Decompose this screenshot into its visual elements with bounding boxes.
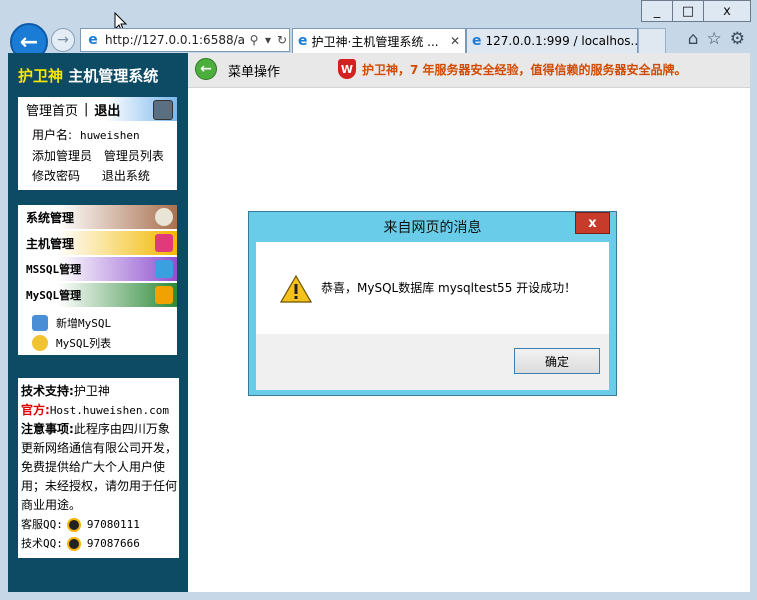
window-controls: _ □ x bbox=[641, 0, 751, 22]
ie-icon: e bbox=[88, 32, 98, 48]
menu-panel: 系统管理 主机管理 MSSQL管理 MySQL管理 新增MySQL MySQL列… bbox=[18, 205, 177, 355]
tech-qq-label: 技术QQ: bbox=[21, 537, 63, 550]
shield-icon: W bbox=[338, 59, 356, 79]
network-icon bbox=[155, 260, 173, 278]
favorites-star-icon[interactable]: ☆ bbox=[707, 29, 722, 49]
submenu-add-mysql[interactable]: 新增MySQL bbox=[32, 313, 177, 333]
support-label: 技术支持: bbox=[21, 384, 74, 398]
menu-mysql-manage[interactable]: MySQL管理 bbox=[18, 283, 177, 307]
close-tab-icon[interactable]: ✕ bbox=[450, 34, 460, 48]
ie-icon: e bbox=[298, 33, 308, 49]
submenu-mysql-list[interactable]: MySQL列表 bbox=[32, 333, 177, 353]
username-label: 用户名: bbox=[32, 128, 73, 142]
magnifier-icon bbox=[32, 335, 48, 351]
qq-icon[interactable] bbox=[66, 537, 81, 551]
minimize-button[interactable]: _ bbox=[641, 0, 673, 22]
browser-tools: ⌂ ☆ ⚙ bbox=[688, 29, 745, 49]
message-dialog: 来自网页的消息 x 恭喜，MySQL数据库 mysqltest55 开设成功！ … bbox=[248, 211, 617, 396]
maximize-button[interactable]: □ bbox=[672, 0, 704, 22]
home-icon[interactable]: ⌂ bbox=[688, 29, 699, 49]
menu-label: MySQL管理 bbox=[26, 289, 82, 302]
slogan-text: 护卫神，7 年服务器安全经验，值得信赖的服务器安全品牌。 bbox=[362, 63, 687, 77]
official-label: 官方: bbox=[21, 403, 50, 417]
tab-label: 127.0.0.1:999 / localhos... bbox=[485, 34, 638, 48]
sidebar: 护卫神 主机管理系统 管理首页 | 退出 用户名: huweishen 添加管理员… bbox=[8, 53, 188, 592]
notice-label: 注意事项: bbox=[21, 422, 74, 436]
address-url[interactable]: http://127.0.0.1:6588/a bbox=[105, 33, 247, 47]
menu-operation-label[interactable]: 菜单操作 bbox=[228, 61, 280, 80]
submenu-label: MySQL列表 bbox=[56, 337, 112, 350]
arrow-right-icon: → bbox=[57, 32, 69, 48]
user-panel: 管理首页 | 退出 用户名: huweishen 添加管理员 管理员列表 修改密码… bbox=[18, 97, 177, 190]
dialog-body: 恭喜，MySQL数据库 mysqltest55 开设成功！ 确定 bbox=[256, 242, 609, 390]
logout-link[interactable]: 退出 bbox=[94, 100, 120, 119]
change-password-link[interactable]: 修改密码 bbox=[32, 169, 80, 183]
tab-huweishen[interactable]: e 护卫神·主机管理系统 ... ✕ bbox=[292, 28, 466, 54]
support-value: 护卫神 bbox=[73, 384, 110, 398]
info-panel: 技术支持:护卫神 官方:Host.huweishen.com 注意事项:此程序由… bbox=[18, 378, 179, 558]
cube-icon bbox=[155, 234, 173, 252]
header-separator: | bbox=[84, 101, 89, 117]
menu-mssql-manage[interactable]: MSSQL管理 bbox=[18, 257, 177, 281]
submenu-label: 新增MySQL bbox=[56, 317, 112, 330]
dialog-message: 恭喜，MySQL数据库 mysqltest55 开设成功！ bbox=[321, 281, 577, 295]
user-links: 用户名: huweishen 添加管理员 管理员列表 修改密码 退出系统 bbox=[18, 121, 177, 192]
admin-list-link[interactable]: 管理员列表 bbox=[104, 149, 164, 163]
refresh-icon[interactable]: ↻ bbox=[275, 33, 289, 47]
menu-label: MSSQL管理 bbox=[26, 263, 82, 276]
back-arrow-icon[interactable]: ← bbox=[195, 58, 217, 80]
ok-button[interactable]: 确定 bbox=[514, 348, 600, 374]
brand-highlight: 护卫神 bbox=[18, 67, 64, 85]
kefu-qq-label: 客服QQ: bbox=[21, 518, 63, 531]
search-icon[interactable]: ⚲ bbox=[247, 33, 261, 47]
warning-icon bbox=[280, 275, 312, 303]
mysql-submenu: 新增MySQL MySQL列表 bbox=[18, 309, 177, 361]
tab-phpmyadmin[interactable]: e 127.0.0.1:999 / localhos... bbox=[466, 28, 638, 54]
user-panel-header: 管理首页 | 退出 bbox=[18, 97, 177, 121]
address-bar[interactable]: e http://127.0.0.1:6588/a ⚲ ▾ ↻ bbox=[80, 28, 290, 52]
dialog-close-button[interactable]: x bbox=[575, 212, 610, 234]
menu-system-manage[interactable]: 系统管理 bbox=[18, 205, 177, 229]
dialog-message-area: 恭喜，MySQL数据库 mysqltest55 开设成功！ bbox=[256, 242, 609, 334]
ie-icon: e bbox=[472, 33, 482, 49]
dialog-title: 来自网页的消息 bbox=[383, 220, 482, 236]
home-link[interactable]: 管理首页 bbox=[26, 100, 78, 119]
exit-system-link[interactable]: 退出系统 bbox=[102, 169, 150, 183]
official-site-link[interactable]: Host.huweishen.com bbox=[50, 404, 169, 417]
new-tab-button[interactable] bbox=[638, 28, 666, 54]
content-topbar: ← 菜单操作 W 护卫神，7 年服务器安全经验，值得信赖的服务器安全品牌。 bbox=[188, 53, 750, 88]
add-admin-link[interactable]: 添加管理员 bbox=[32, 149, 92, 163]
menu-host-manage[interactable]: 主机管理 bbox=[18, 231, 177, 255]
menu-label: 系统管理 bbox=[26, 210, 75, 225]
brand-rest: 主机管理系统 bbox=[63, 67, 159, 85]
gear-icon bbox=[155, 208, 173, 226]
dropdown-icon[interactable]: ▾ bbox=[261, 33, 275, 47]
settings-gear-icon[interactable]: ⚙ bbox=[730, 29, 745, 49]
brand-title: 护卫神 主机管理系统 bbox=[18, 65, 158, 86]
close-window-button[interactable]: x bbox=[703, 0, 751, 22]
arrow-left-icon: ← bbox=[19, 29, 39, 55]
kefu-qq-number: 97080111 bbox=[86, 518, 140, 531]
add-database-icon bbox=[32, 315, 48, 331]
username-value: huweishen bbox=[80, 129, 140, 142]
forward-button[interactable]: → bbox=[51, 28, 75, 52]
tab-label: 护卫神·主机管理系统 ... bbox=[311, 34, 439, 49]
qq-icon[interactable] bbox=[66, 518, 81, 532]
tech-qq-number: 97087666 bbox=[86, 537, 140, 550]
chart-icon bbox=[155, 286, 173, 304]
menu-label: 主机管理 bbox=[26, 236, 75, 251]
user-settings-icon bbox=[153, 100, 173, 120]
